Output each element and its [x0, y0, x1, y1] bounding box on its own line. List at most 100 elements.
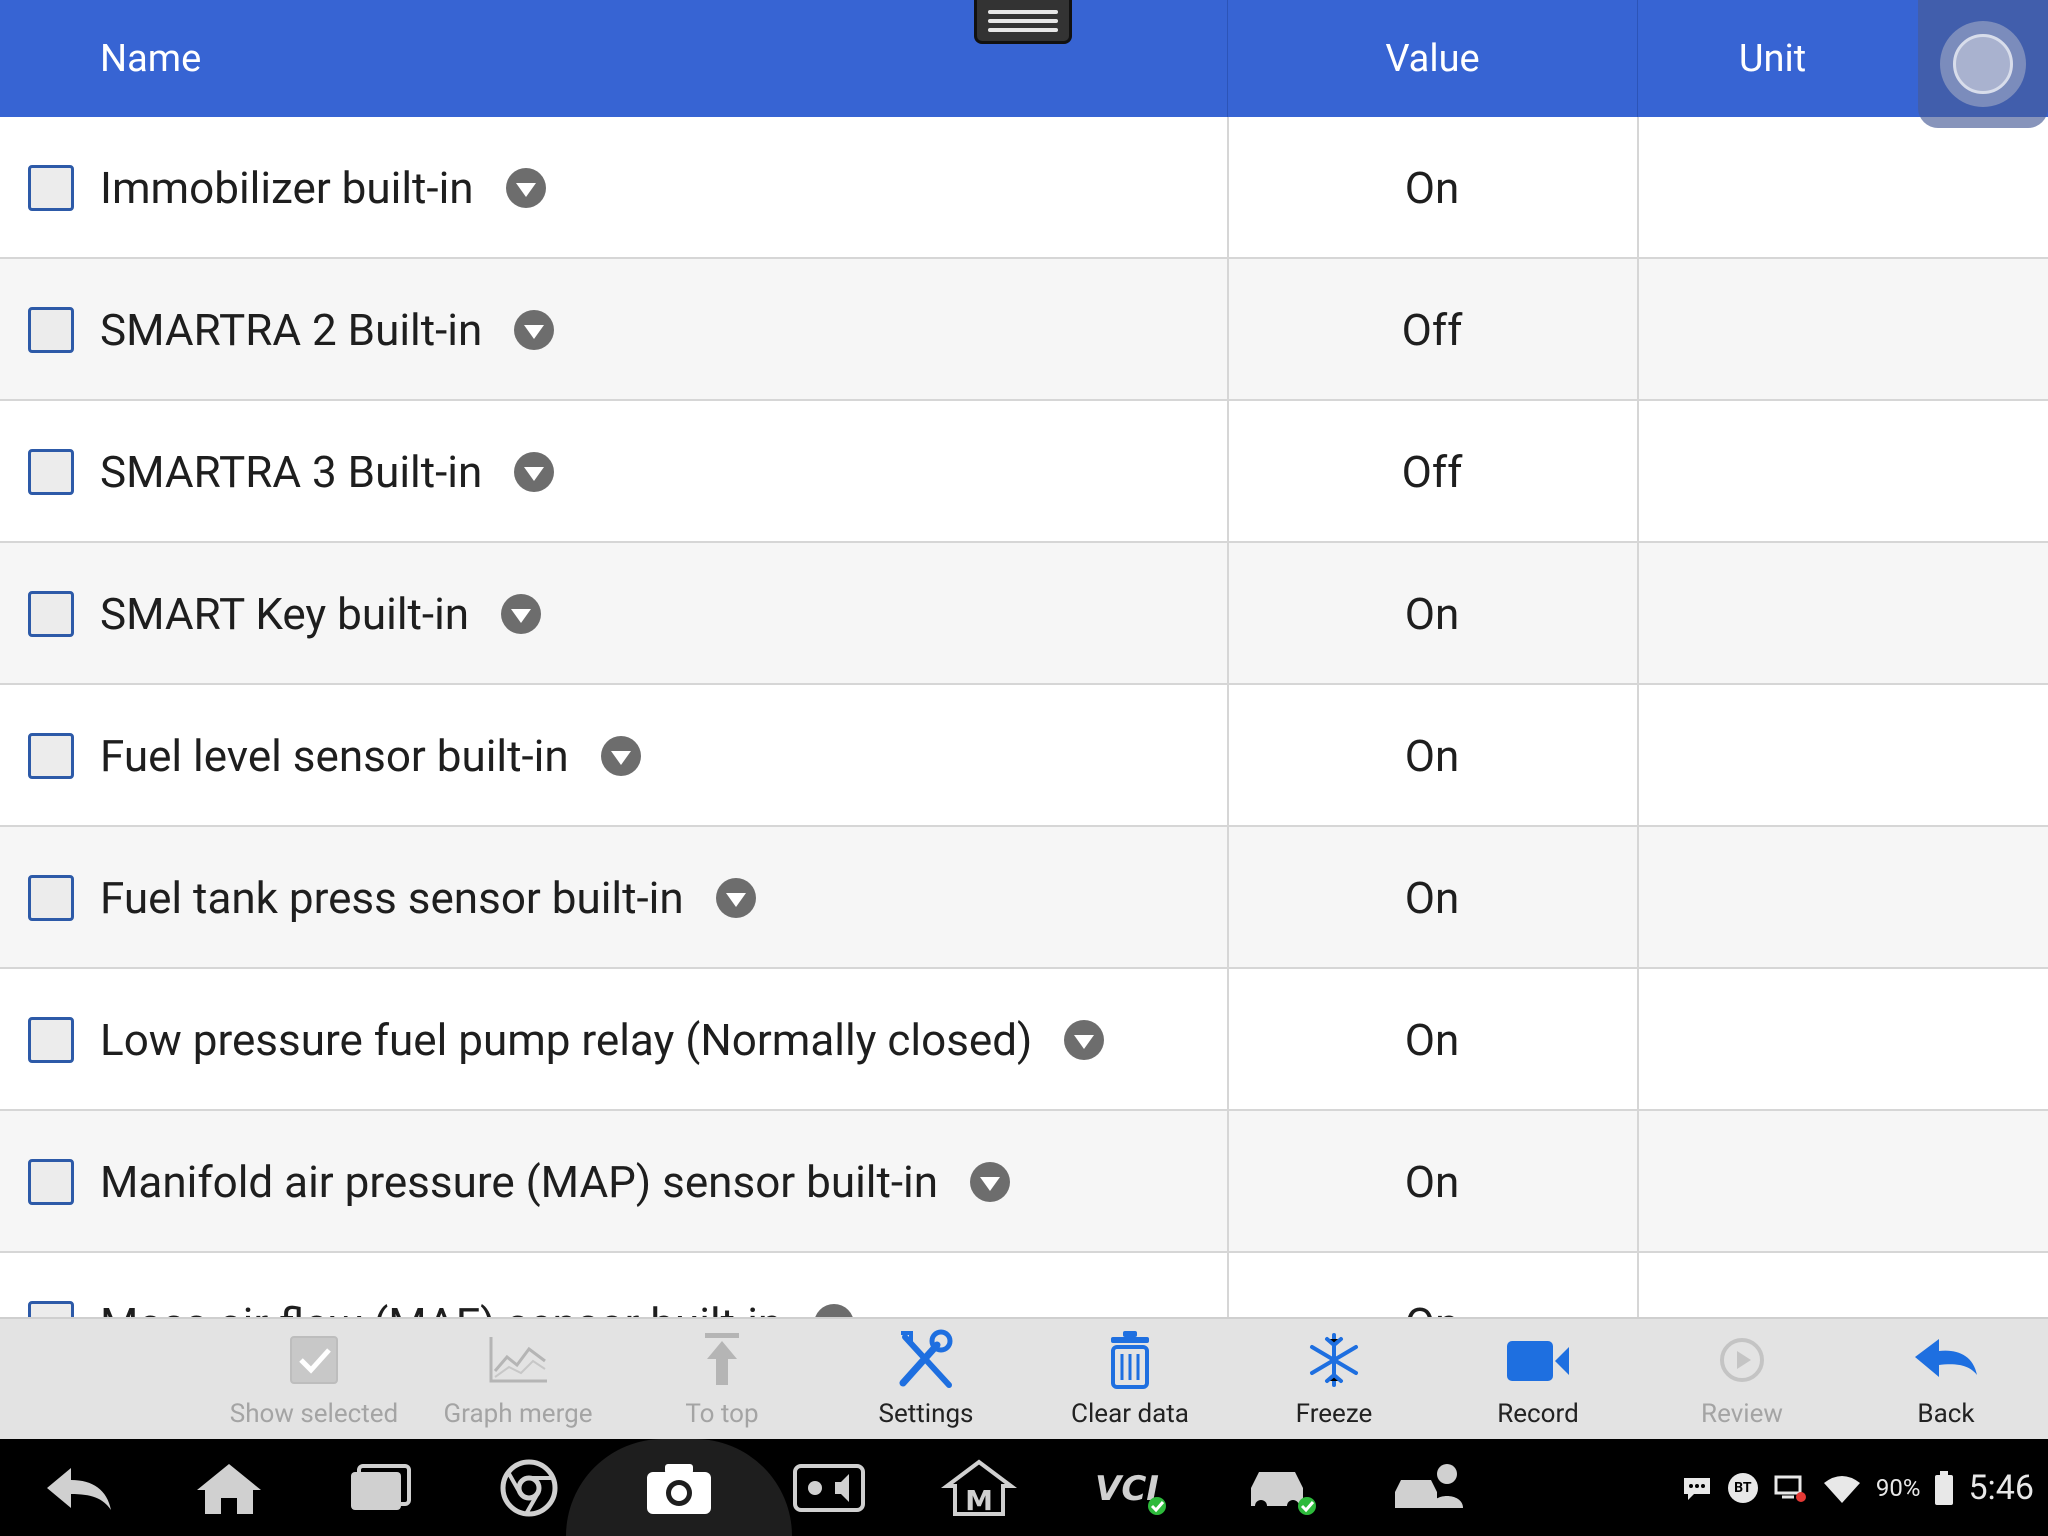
table-row[interactable]: Manifold air pressure (MAP) sensor built…	[0, 1111, 2048, 1253]
back-button[interactable]: Back	[1856, 1319, 2036, 1439]
row-checkbox[interactable]	[28, 1301, 74, 1317]
row-name: Immobilizer built-in	[100, 162, 474, 214]
wifi-icon	[1823, 1475, 1860, 1503]
maxifix-icon: M	[941, 1459, 1017, 1517]
table-row[interactable]: Immobilizer built-in On	[0, 117, 2048, 259]
row-value: On	[1404, 730, 1460, 782]
expand-caret-icon[interactable]	[501, 594, 542, 634]
row-value: On	[1404, 872, 1460, 924]
expand-caret-icon[interactable]	[970, 1162, 1011, 1202]
maxifix-button[interactable]: M	[924, 1439, 1034, 1536]
pull-down-handle[interactable]	[974, 0, 1072, 44]
chrome-icon	[500, 1459, 558, 1516]
settings-label: Settings	[878, 1399, 974, 1429]
home-icon	[197, 1463, 261, 1514]
system-navigation-bar: M VCI BT 90% 5:46	[0, 1439, 2048, 1536]
row-name: Fuel level sensor built-in	[100, 730, 569, 782]
car-icon	[1251, 1471, 1316, 1515]
record-button[interactable]: Record	[1448, 1319, 1628, 1439]
freeze-button[interactable]: Freeze	[1244, 1319, 1424, 1439]
row-value: On	[1404, 1014, 1460, 1066]
table-row[interactable]: Fuel level sensor built-in On	[0, 685, 2048, 827]
brightness-volume-icon	[793, 1463, 865, 1512]
vci-icon: VCI	[1095, 1469, 1166, 1515]
row-name: SMARTRA 2 Built-in	[100, 304, 483, 356]
back-icon	[47, 1467, 111, 1510]
expand-caret-icon[interactable]	[600, 736, 641, 776]
row-checkbox[interactable]	[28, 165, 74, 211]
nav-recents-button[interactable]	[324, 1439, 434, 1536]
back-arrow-icon	[1915, 1339, 1977, 1377]
show-selected-button[interactable]: Show selected	[224, 1319, 404, 1439]
chrome-button[interactable]	[474, 1439, 584, 1536]
assistive-touch-button[interactable]	[1918, 0, 2048, 128]
svg-text:M: M	[965, 1484, 993, 1517]
column-header-name[interactable]: Name	[100, 0, 201, 117]
network-disconnected-icon	[1774, 1475, 1806, 1502]
clear-data-label: Clear data	[1071, 1399, 1189, 1429]
graph-icon	[489, 1337, 547, 1383]
video-camera-icon	[1507, 1341, 1569, 1381]
back-label: Back	[1917, 1399, 1975, 1429]
bluetooth-status: BT	[1727, 1472, 1758, 1503]
arrow-up-icon	[705, 1333, 739, 1385]
table-row[interactable]: Fuel tank press sensor built-in On	[0, 827, 2048, 969]
table-row[interactable]: Low pressure fuel pump relay (Normally c…	[0, 969, 2048, 1111]
row-value: On	[1404, 588, 1460, 640]
row-checkbox[interactable]	[28, 733, 74, 779]
row-name: SMART Key built-in	[100, 588, 470, 640]
record-label: Record	[1497, 1399, 1579, 1429]
to-top-button[interactable]: To top	[632, 1319, 812, 1439]
table-row[interactable]: Mass air flow (MAF) sensor built-in On	[0, 1253, 2048, 1317]
expand-caret-icon[interactable]	[514, 310, 555, 350]
table-row[interactable]: SMART Key built-in On	[0, 543, 2048, 685]
expand-caret-icon[interactable]	[514, 452, 555, 492]
trash-icon	[1111, 1331, 1149, 1389]
row-name: Fuel tank press sensor built-in	[100, 872, 684, 924]
table-row[interactable]: SMARTRA 3 Built-in Off	[0, 401, 2048, 543]
column-header-value[interactable]: Value	[1227, 0, 1637, 117]
show-selected-label: Show selected	[229, 1399, 399, 1429]
table-row[interactable]: SMARTRA 2 Built-in Off	[0, 259, 2048, 401]
tools-icon	[899, 1329, 953, 1388]
expand-caret-icon[interactable]	[505, 168, 546, 208]
row-checkbox[interactable]	[28, 307, 74, 353]
message-icon	[1683, 1477, 1710, 1500]
car-user-icon	[1395, 1463, 1463, 1508]
vehicle-connection-button[interactable]	[1224, 1439, 1334, 1536]
graph-merge-button[interactable]: Graph merge	[428, 1319, 608, 1439]
battery-icon	[1935, 1470, 1954, 1505]
play-icon	[1720, 1338, 1764, 1382]
screenshot-button[interactable]	[624, 1439, 734, 1536]
row-value: Off	[1401, 304, 1463, 356]
expand-caret-icon[interactable]	[1064, 1020, 1105, 1060]
brightness-volume-button[interactable]	[774, 1439, 884, 1536]
to-top-label: To top	[685, 1399, 759, 1429]
snowflake-icon	[1310, 1333, 1358, 1387]
freeze-label: Freeze	[1295, 1399, 1373, 1429]
row-checkbox[interactable]	[28, 1017, 74, 1063]
live-data-table[interactable]: Immobilizer built-in On SMARTRA 2 Built-…	[0, 117, 2048, 1317]
nav-home-button[interactable]	[174, 1439, 284, 1536]
clear-data-button[interactable]: Clear data	[1040, 1319, 1220, 1439]
row-name: Manifold air pressure (MAP) sensor built…	[100, 1156, 939, 1208]
camera-icon	[647, 1463, 711, 1514]
row-checkbox[interactable]	[28, 875, 74, 921]
row-checkbox[interactable]	[28, 449, 74, 495]
row-name: Low pressure fuel pump relay (Normally c…	[100, 1014, 1033, 1066]
remote-expert-button[interactable]	[1374, 1439, 1484, 1536]
row-value: Off	[1401, 446, 1463, 498]
graph-merge-label: Graph merge	[443, 1399, 593, 1429]
row-checkbox[interactable]	[28, 1159, 74, 1205]
settings-button[interactable]: Settings	[836, 1319, 1016, 1439]
recent-apps-icon	[351, 1463, 411, 1510]
battery-percent: 90%	[1875, 1473, 1921, 1502]
vci-button[interactable]: VCI	[1074, 1439, 1184, 1536]
row-checkbox[interactable]	[28, 591, 74, 637]
nav-back-button[interactable]	[24, 1439, 134, 1536]
row-name: SMARTRA 3 Built-in	[100, 446, 483, 498]
review-button[interactable]: Review	[1652, 1319, 1832, 1439]
expand-caret-icon[interactable]	[814, 1304, 855, 1317]
review-label: Review	[1701, 1399, 1783, 1429]
expand-caret-icon[interactable]	[715, 878, 756, 918]
